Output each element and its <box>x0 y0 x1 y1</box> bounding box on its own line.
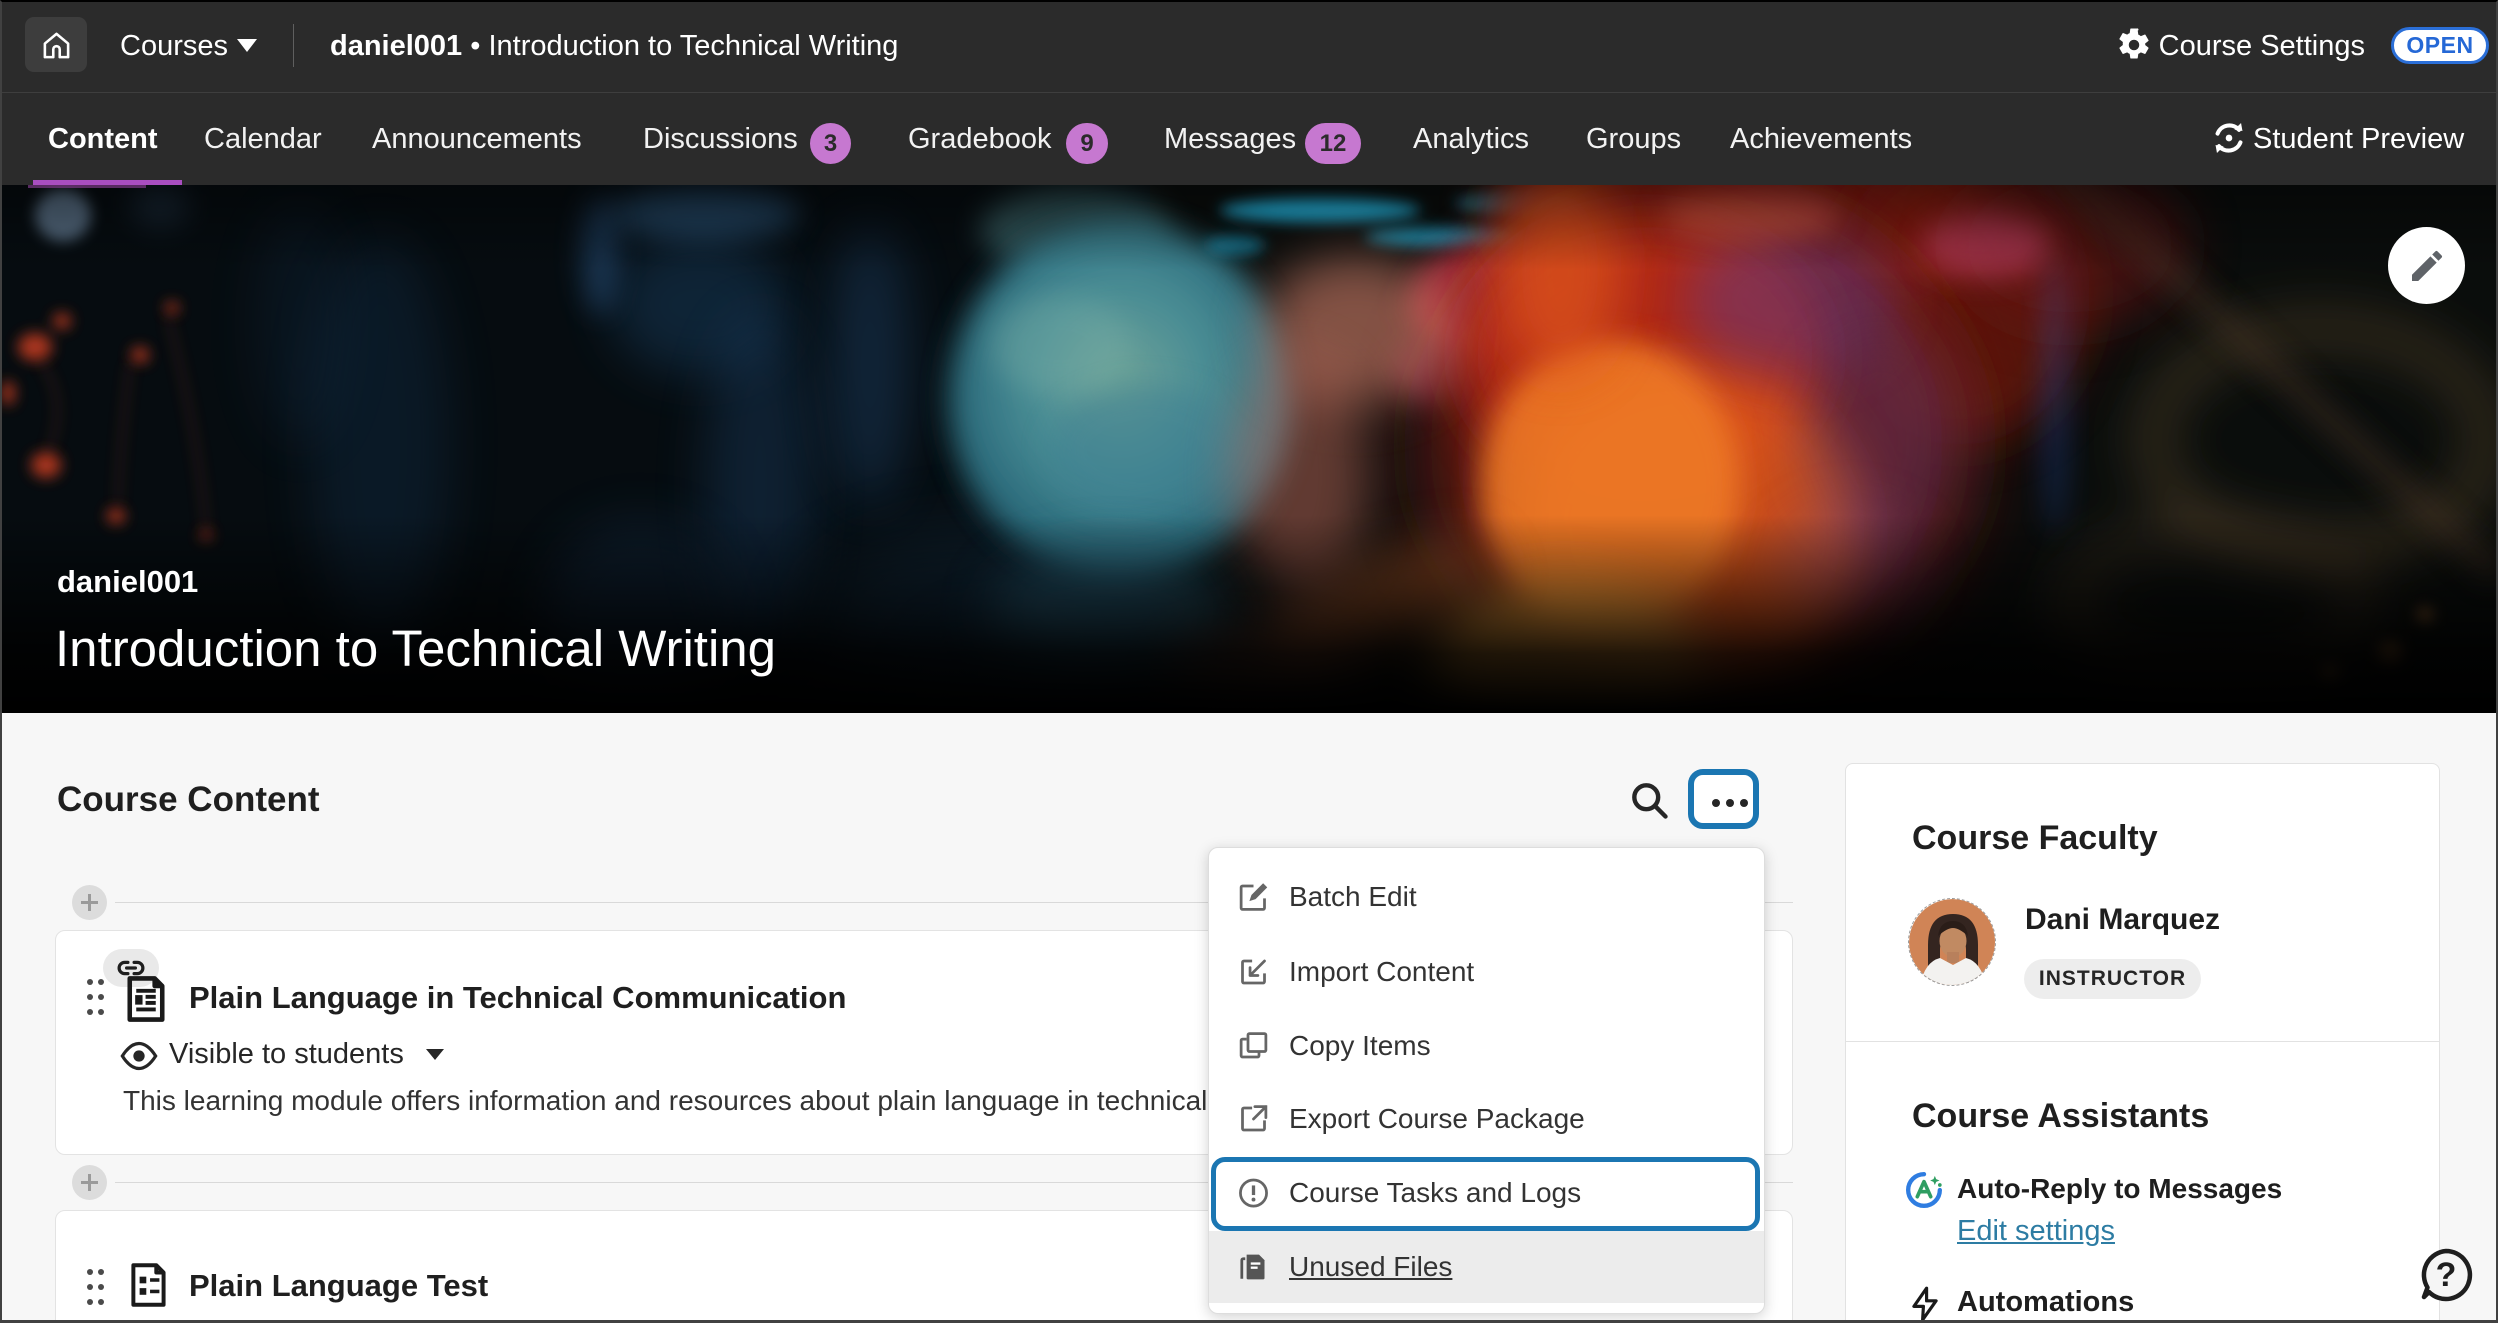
svg-text:?: ? <box>2436 1256 2457 1294</box>
